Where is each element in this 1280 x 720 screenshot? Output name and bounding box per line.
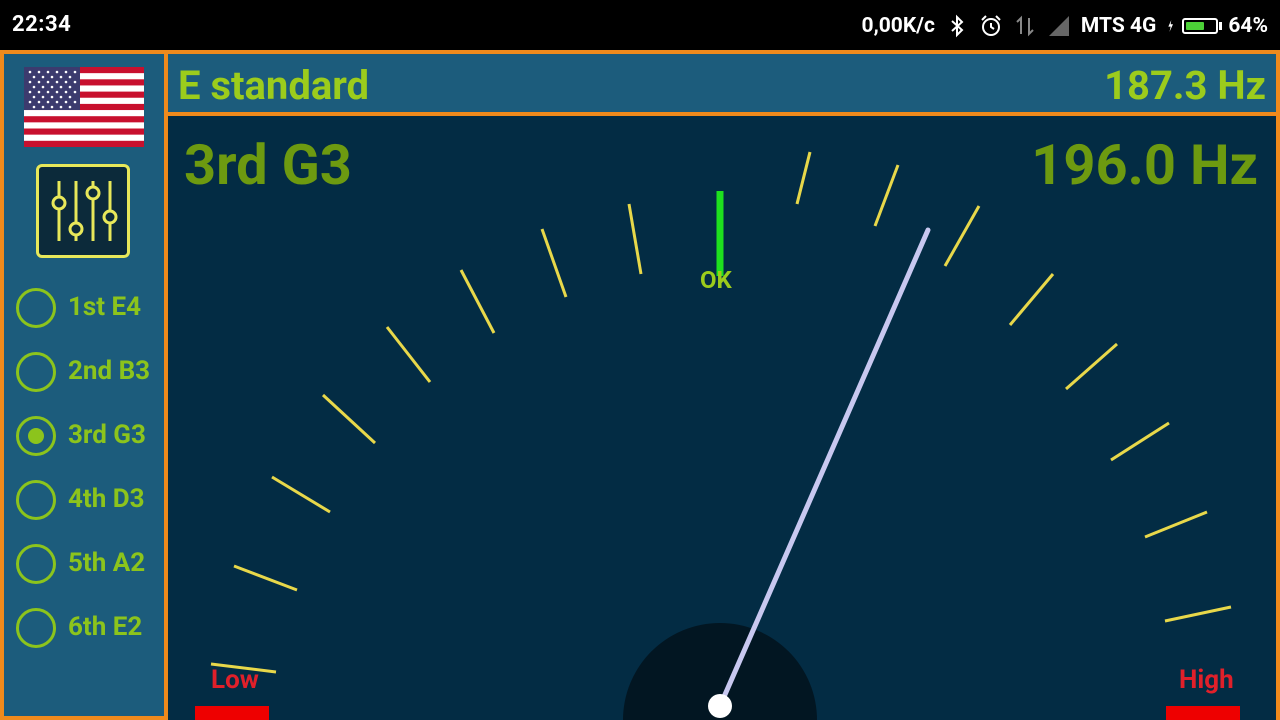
gauge-tick <box>1065 342 1118 391</box>
string-label: 3rd G3 <box>68 420 146 450</box>
low-label: Low <box>211 665 259 695</box>
string-label: 2nd B3 <box>68 356 151 386</box>
gauge-tick <box>233 564 298 592</box>
us-flag-icon[interactable] <box>24 67 144 147</box>
detected-frequency: 187.3 Hz <box>1104 62 1266 109</box>
sidebar: 1st E4 2nd B3 3rd G3 4th D3 5th A2 6th E… <box>4 54 164 716</box>
gauge-tick <box>1144 510 1208 539</box>
bluetooth-icon <box>951 14 964 38</box>
target-frequency: 196.0 Hz <box>1031 132 1258 198</box>
status-time: 22:34 <box>12 12 72 37</box>
charging-icon <box>1168 20 1174 32</box>
battery-percent: 64% <box>1228 14 1268 38</box>
radio-button[interactable] <box>16 544 56 584</box>
gauge-tick <box>1110 421 1170 462</box>
string-option-1[interactable]: 1st E4 <box>4 284 164 332</box>
string-option-4[interactable]: 4th D3 <box>4 476 164 524</box>
string-option-3[interactable]: 3rd G3 <box>4 412 164 460</box>
gauge-tick <box>1164 605 1232 623</box>
tuner-app: 1st E4 2nd B3 3rd G3 4th D3 5th A2 6th E… <box>0 50 1280 720</box>
string-label: 6th E2 <box>68 612 143 642</box>
low-indicator-bar <box>195 706 269 720</box>
equalizer-sliders-icon <box>51 181 118 241</box>
alarm-icon <box>981 15 1001 36</box>
carrier-label: MTS 4G <box>1080 14 1157 38</box>
radio-button[interactable] <box>16 608 56 648</box>
status-icons: 0,00K/c MTS 4G 64% <box>852 12 1268 40</box>
gauge-tick <box>385 326 432 383</box>
string-option-2[interactable]: 2nd B3 <box>4 348 164 396</box>
high-indicator-bar <box>1166 706 1240 720</box>
status-bar: 22:34 0,00K/c MTS 4G 64% <box>0 0 1280 50</box>
ok-label: OK <box>700 266 732 294</box>
tuning-name[interactable]: E standard <box>178 62 369 109</box>
network-speed: 0,00K/c <box>861 14 935 38</box>
current-note: 3rd G3 <box>184 132 352 198</box>
settings-button[interactable] <box>36 164 130 258</box>
gauge-tick <box>627 203 643 275</box>
gauge-tick <box>943 205 981 267</box>
gauge-tick <box>321 393 377 445</box>
radio-button-selected[interactable] <box>16 416 56 456</box>
data-transfer-icon <box>1016 15 1034 37</box>
string-label: 1st E4 <box>68 292 142 322</box>
radio-button[interactable] <box>16 480 56 520</box>
gauge-dial <box>210 151 1232 720</box>
tuning-header: E standard 187.3 Hz <box>168 54 1276 112</box>
string-label: 4th D3 <box>68 484 145 514</box>
high-label: High <box>1179 665 1234 695</box>
gauge-tick <box>1008 273 1055 326</box>
gauge-tick <box>873 164 900 227</box>
gauge-tick <box>795 151 812 205</box>
battery-icon <box>1182 18 1223 34</box>
gauge-needle <box>717 227 931 709</box>
string-option-6[interactable]: 6th E2 <box>4 604 164 652</box>
string-label: 5th A2 <box>68 548 146 578</box>
tuner-gauge: 3rd G3 196.0 Hz OK Low High <box>168 116 1276 720</box>
string-option-5[interactable]: 5th A2 <box>4 540 164 588</box>
gauge-tick <box>540 228 568 298</box>
signal-icon <box>1048 16 1069 36</box>
gauge-tick <box>459 269 496 334</box>
radio-button[interactable] <box>16 288 56 328</box>
gauge-tick <box>271 475 331 514</box>
radio-button[interactable] <box>16 352 56 392</box>
needle-pivot <box>708 694 732 718</box>
